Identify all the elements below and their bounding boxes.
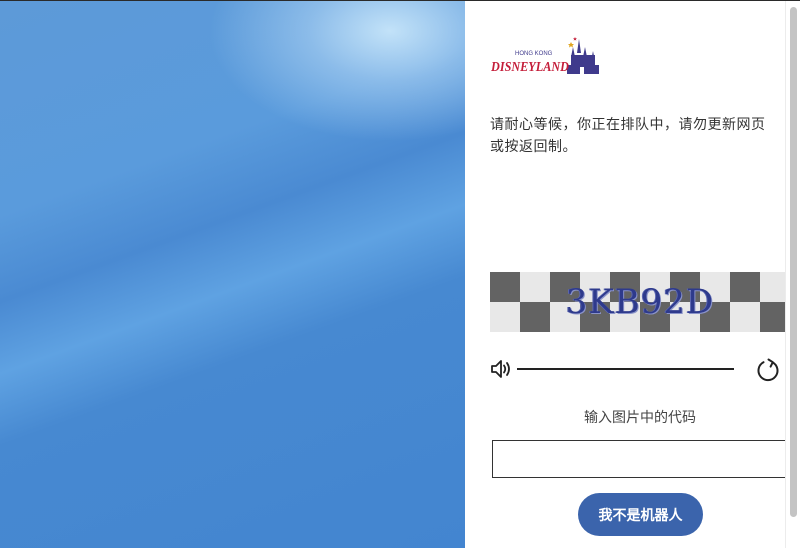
audio-progress-track[interactable]: [517, 368, 734, 370]
not-a-robot-button[interactable]: 我不是机器人: [578, 493, 703, 536]
captcha-code-input[interactable]: [492, 440, 800, 478]
castle-icon: [567, 37, 599, 74]
queue-page: HONG KONG DISNEYLAND 请耐心等候，你正在排队中，请勿更新网页…: [0, 0, 800, 548]
hero-background: [0, 1, 465, 548]
captcha-image: 3KB92D: [490, 272, 786, 332]
disneyland-logo: HONG KONG DISNEYLAND: [491, 37, 599, 74]
captcha-prompt: 输入图片中的代码: [584, 410, 696, 426]
queue-message: 请耐心等候，你正在排队中，请勿更新网页或按返回制。: [490, 117, 766, 155]
logo-hong-kong-text: HONG KONG: [515, 51, 553, 57]
captcha-code: 3KB92D: [565, 282, 715, 322]
scrollbar[interactable]: [785, 1, 800, 548]
speaker-icon[interactable]: [490, 359, 514, 379]
scrollbar-thumb[interactable]: [790, 7, 797, 517]
queue-panel: HONG KONG DISNEYLAND 请耐心等候，你正在排队中，请勿更新网页…: [465, 1, 800, 548]
refresh-icon[interactable]: [756, 358, 780, 382]
logo-brand-text: DISNEYLAND: [491, 59, 569, 74]
captcha-audio-controls: [490, 356, 786, 384]
